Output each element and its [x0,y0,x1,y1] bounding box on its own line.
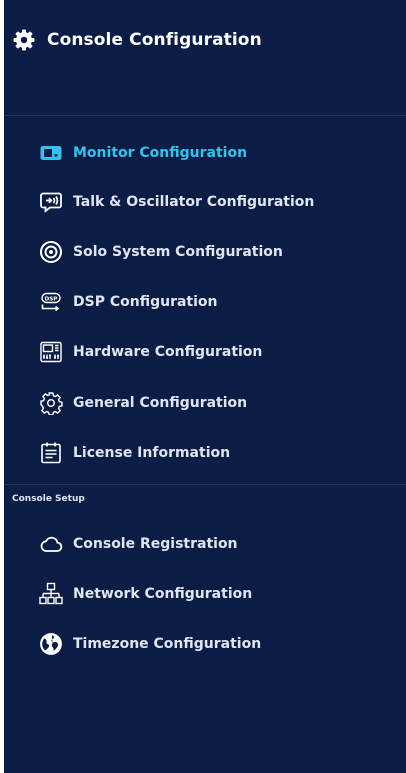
dsp-icon: DSP [39,290,63,314]
svg-text:DSP: DSP [45,297,58,303]
sidebar-item-label: Timezone Configuration [73,636,262,652]
sidebar-item-label: Network Configuration [73,586,253,602]
section-label-console-setup: Console Setup [12,494,85,504]
gear-icon [12,28,36,52]
header-divider [4,115,406,116]
sidebar-item-network-configuration[interactable]: Network Configuration [39,579,252,609]
gear-outline-icon [39,391,63,415]
sidebar-item-label: Hardware Configuration [73,344,263,360]
monitor-icon [39,141,63,165]
page-title: Console Configuration [47,30,262,50]
sidebar-item-label: License Information [73,445,231,461]
sidebar-item-label: Talk & Oscillator Configuration [73,194,315,210]
globe-icon [39,632,63,656]
sidebar-item-label: Console Registration [73,536,238,552]
sidebar-item-hardware-configuration[interactable]: Hardware Configuration [39,337,262,367]
talk-icon [39,190,63,214]
sidebar-item-general-configuration[interactable]: General Configuration [39,388,247,418]
sidebar: Console Configuration Monitor Configurat… [4,0,406,773]
hardware-icon [39,340,63,364]
sidebar-item-solo-system-configuration[interactable]: Solo System Configuration [39,237,283,267]
sidebar-header: Console Configuration [12,26,262,54]
cloud-icon [39,532,63,556]
sidebar-item-dsp-configuration[interactable]: DSP DSP Configuration [39,287,218,317]
sidebar-item-license-information[interactable]: License Information [39,438,230,468]
sidebar-item-label: DSP Configuration [73,294,218,310]
sidebar-item-label: Monitor Configuration [73,145,248,161]
document-icon [39,441,63,465]
sidebar-item-label: General Configuration [73,395,248,411]
sidebar-item-monitor-configuration[interactable]: Monitor Configuration [39,138,247,168]
sidebar-item-timezone-configuration[interactable]: Timezone Configuration [39,629,261,659]
target-icon [39,240,63,264]
sidebar-item-label: Solo System Configuration [73,244,283,260]
section-divider [4,484,406,485]
network-icon [39,582,63,606]
sidebar-item-console-registration[interactable]: Console Registration [39,529,238,559]
sidebar-item-talk-oscillator-configuration[interactable]: Talk & Oscillator Configuration [39,187,314,217]
